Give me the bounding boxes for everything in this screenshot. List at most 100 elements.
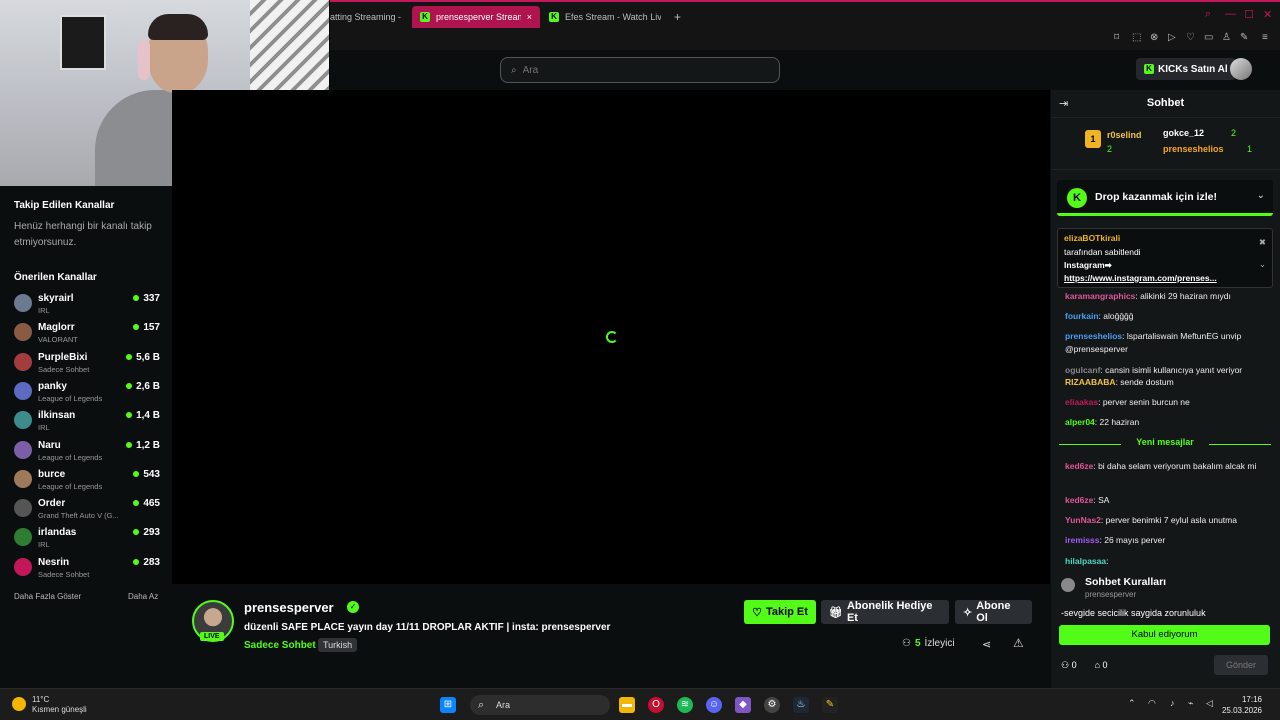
menu-icon[interactable]: ≡ (1262, 32, 1268, 43)
channel-name: burce (38, 468, 66, 480)
chat-username[interactable]: ked6ze (1065, 461, 1093, 471)
buy-kicks-button[interactable]: K KICKs Satın Al (1136, 58, 1236, 80)
taskbar-search[interactable]: Ara (470, 695, 610, 715)
search-bar[interactable]: ⌕ (500, 57, 780, 83)
bookmark-icon[interactable]: ⌑ (1114, 32, 1119, 43)
chat-rules: Sohbet Kuralları prensesperver -sevgide … (1051, 568, 1280, 688)
stream-category[interactable]: Sadece Sohbet (244, 640, 316, 651)
pen-app-icon[interactable]: ✎ (822, 697, 838, 713)
chat-username[interactable]: iremisss (1065, 535, 1100, 545)
rules-text: -sevgide secicilik saygida zorunluluk (1061, 608, 1206, 618)
chat-text: : perver senin burcun ne (1098, 397, 1190, 407)
chat-username[interactable]: alper04 (1065, 417, 1095, 427)
network-icon[interactable]: ⌁ (1188, 698, 1193, 709)
steam-icon[interactable]: ♨ (793, 697, 809, 713)
new-tab-button[interactable]: + (666, 6, 686, 28)
recommended-channel[interactable]: panky League of Legends 2,6 B (14, 380, 164, 408)
recommended-channel[interactable]: Nesrin Sadece Sohbet 283 (14, 556, 164, 584)
search-input[interactable] (522, 64, 743, 76)
leader-name[interactable]: gokce_12 (1163, 128, 1204, 138)
file-explorer-icon[interactable]: ▬ (619, 697, 635, 713)
screenshot-icon[interactable]: ⬚ (1132, 32, 1141, 43)
gift-sub-button[interactable]: 🎁︎ Abonelik Hediye Et (821, 600, 949, 624)
show-more-link[interactable]: Daha Fazla Göster (14, 592, 81, 601)
vpn-icon[interactable]: ⊗ (1150, 32, 1158, 43)
unpin-icon[interactable]: ✖ (1259, 237, 1266, 248)
channel-avatar (14, 411, 32, 430)
tab-item[interactable]: K Efes Stream - Watch Live (541, 6, 661, 28)
tray-chevron-icon[interactable]: ⌃ (1128, 698, 1136, 709)
channel-name: irlandas (38, 527, 77, 539)
discord-icon[interactable]: ☺ (706, 697, 722, 713)
mic-icon[interactable]: ♪ (1170, 698, 1175, 708)
chat-username[interactable]: prenseshelios (1065, 331, 1122, 341)
pinned-message: elizaBOTkirali tarafından sabitlendi Ins… (1057, 228, 1273, 288)
viewer-number: 5,6 B (136, 351, 160, 363)
leader-value: 1 (1247, 144, 1253, 154)
chat-username[interactable]: hilalpasaa (1065, 556, 1106, 566)
recommended-channel[interactable]: Naru League of Legends 1,2 B (14, 439, 164, 467)
pinned-user[interactable]: elizaBOTkirali (1064, 233, 1120, 243)
recommended-channel[interactable]: Maglorr VALORANT 157 (14, 321, 164, 349)
settings-icon[interactable]: ⚙ (764, 697, 780, 713)
leader-name[interactable]: prenseshelios (1163, 144, 1224, 154)
clock[interactable]: 17:16 25.03.2026 (1222, 694, 1262, 716)
play-icon[interactable]: ▷ (1168, 32, 1176, 43)
chat-username[interactable]: YunNas2 (1065, 515, 1101, 525)
share-icon[interactable]: ⋖ (982, 638, 991, 651)
wifi-icon[interactable]: ◠ (1148, 698, 1156, 709)
streamer-name[interactable]: prensesperver (244, 600, 334, 615)
tab-active[interactable]: K prensesperver Stream × (412, 6, 540, 28)
chat-username[interactable]: ogulcanf (1065, 365, 1100, 375)
close-window-icon[interactable]: ✕ (1263, 8, 1272, 21)
wallet-icon[interactable]: ▭ (1204, 32, 1213, 43)
profile-icon[interactable]: ♙ (1222, 32, 1231, 43)
recommended-channel[interactable]: PurpleBixi Sadece Sohbet 5,6 B (14, 351, 164, 379)
tab-label: atting Streaming - (330, 12, 402, 22)
recommended-channel[interactable]: irlandas IRL 293 (14, 526, 164, 554)
windows-start-icon[interactable]: ⊞ (440, 697, 456, 713)
maximize-icon[interactable]: ☐ (1244, 8, 1254, 21)
language-tag[interactable]: Turkish (318, 638, 358, 652)
store-counter[interactable]: ⌂ 0 (1095, 660, 1108, 671)
follow-button[interactable]: ♡ Takip Et (744, 600, 816, 624)
volume-icon[interactable]: ◁ (1206, 698, 1213, 709)
buy-kicks-label: KICKs Satın Al (1158, 63, 1228, 75)
pinned-link[interactable]: https://www.instagram.com/prenses... (1064, 273, 1217, 283)
chat-username[interactable]: RIZAABABA (1065, 377, 1116, 387)
opera-icon[interactable]: O (648, 697, 664, 713)
chat-text: : bi daha selam veriyorum bakalım alcak … (1093, 461, 1257, 471)
user-avatar[interactable] (1230, 58, 1252, 80)
chat-username[interactable]: ked6ze (1065, 495, 1093, 505)
report-icon[interactable]: ⚠ (1013, 636, 1024, 650)
recommended-channel[interactable]: skyrairl IRL 337 (14, 292, 164, 320)
recommended-channel[interactable]: ilkinsan IRL 1,4 B (14, 409, 164, 437)
ai-icon[interactable]: ✎ (1240, 32, 1248, 43)
points-counter[interactable]: ⚇ 0 (1061, 660, 1077, 671)
send-button[interactable]: Gönder (1214, 655, 1268, 675)
chevron-down-icon[interactable]: ⌄ (1259, 259, 1266, 270)
leader-name[interactable]: r0selind (1107, 130, 1142, 140)
chevron-down-icon[interactable]: ⌄ (1257, 190, 1265, 201)
spotify-icon[interactable]: ≋ (677, 697, 693, 713)
live-dot-icon (133, 295, 140, 301)
minimize-icon[interactable]: — (1225, 8, 1236, 20)
app-icon[interactable]: ◆ (735, 697, 751, 713)
chat-username[interactable]: fourkain (1065, 311, 1099, 321)
chat-leaderboard: 1 r0selind 2 gokce_12 2 prenseshelios 1 (1051, 120, 1280, 170)
video-player[interactable] (172, 90, 1050, 584)
show-less-link[interactable]: Daha Az (128, 592, 158, 601)
channel-avatar (14, 381, 32, 400)
weather-widget[interactable]: 11°C Kısmen güneşli (12, 695, 87, 715)
recommended-channel[interactable]: Order Grand Theft Auto V (G... 465 (14, 497, 164, 525)
accept-rules-button[interactable]: Kabul ediyorum (1059, 625, 1270, 645)
subscribe-button[interactable]: ✧ Abone Ol (955, 600, 1032, 624)
heart-icon[interactable]: ♡ (1186, 32, 1195, 43)
drops-banner[interactable]: K Drop kazanmak için izle! ⌄ (1057, 180, 1273, 216)
tab-item[interactable]: atting Streaming - (322, 6, 402, 28)
chat-username[interactable]: eliaakas (1065, 397, 1098, 407)
chat-username[interactable]: karamangraphics (1065, 291, 1135, 301)
recommended-channel[interactable]: burce League of Legends 543 (14, 468, 164, 496)
close-tab-icon[interactable]: × (527, 12, 532, 22)
search-icon[interactable]: ⌕ (1205, 8, 1211, 21)
